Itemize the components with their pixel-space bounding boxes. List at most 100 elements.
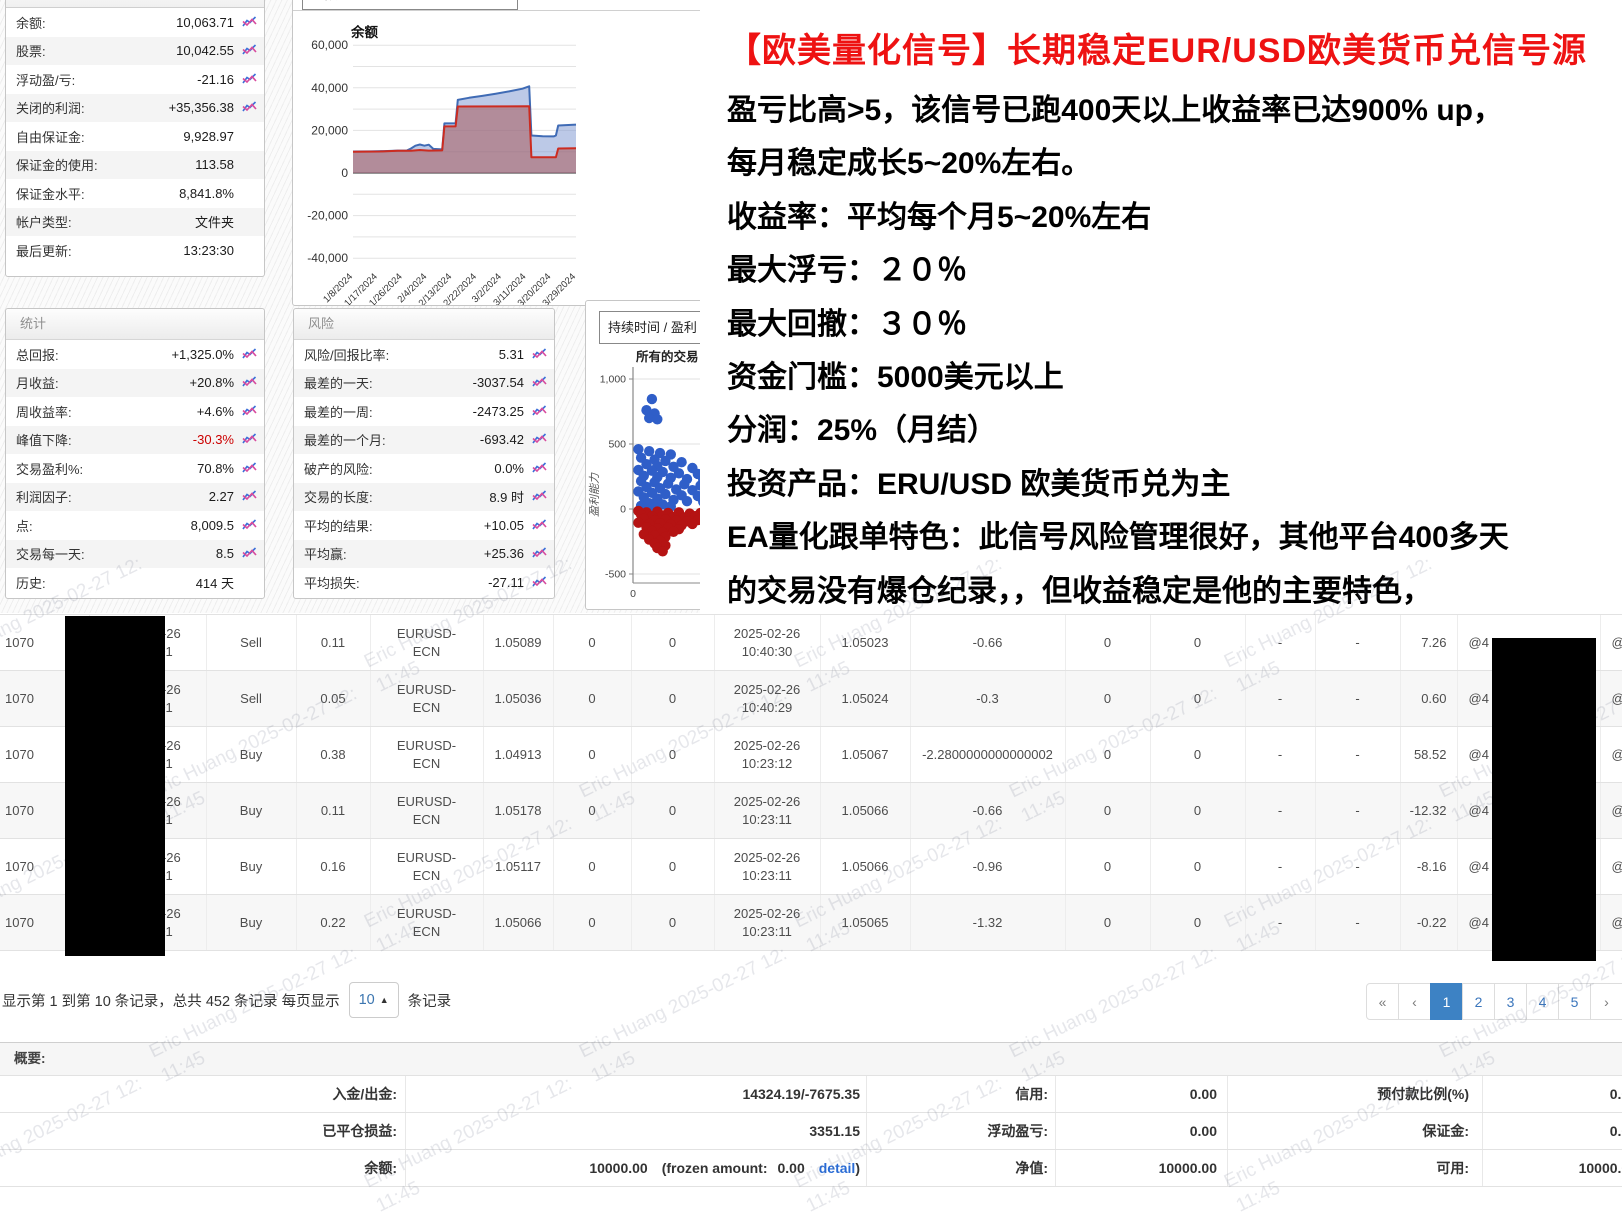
promo-line: 每月稳定成长5~20%左右。 [727,137,1587,190]
table-cell: @107 [1600,783,1622,839]
stat-value: -693.42 [386,432,524,447]
table-cell: 0.05 [296,671,370,727]
stat-value: 10,042.55 [46,43,234,58]
mini-chart-icon[interactable] [234,16,257,29]
mini-chart-icon[interactable] [524,519,547,532]
table-cell: 0 [1065,839,1150,895]
summary-label: 信用: [866,1076,1055,1112]
mini-chart-icon[interactable] [234,101,257,114]
page-size-dropdown[interactable]: 10 ▲ [349,982,399,1018]
mini-chart-icon[interactable] [524,405,547,418]
redaction-box-comment [1492,638,1596,961]
stat-label: 交易每一天: [16,544,85,563]
risk-panel-title: 风险 [294,309,554,340]
table-cell: 0 [1065,727,1150,783]
summary-section: 概要: 入金/出金:14324.19/-7675.35信用:0.00预付款比例(… [0,1042,1622,1187]
table-cell: @107 [1600,727,1622,783]
stat-row: 平均赢:+25.36 [294,540,554,569]
stat-label: 最差的一个月: [304,430,386,449]
summary-value: 0.00 [1482,1113,1622,1149]
stat-label: 保证金水平: [16,184,85,203]
mini-chart-icon[interactable] [524,576,547,589]
page-button-3[interactable]: 3 [1494,983,1527,1020]
table-row: 10702025-02-2603:33:01Buy0.11EURUSD-ECN1… [0,783,1622,839]
promo-line: 分润：25%（月结） [727,404,1587,457]
stat-row: 最差的一周:-2473.25 [294,397,554,426]
stat-row: 平均损失:-27.11 [294,568,554,597]
stat-label: 总回报: [16,345,59,364]
mini-chart-icon[interactable] [234,490,257,503]
table-cell: 1.05178 [483,783,553,839]
table-cell: - [1315,839,1400,895]
page-button-‹[interactable]: ‹ [1398,983,1431,1020]
svg-text:-40,000: -40,000 [307,251,348,265]
page-button-2[interactable]: 2 [1462,983,1495,1020]
stat-label: 平均的结果: [304,516,373,535]
mini-chart-icon[interactable] [234,348,257,361]
mini-chart-icon[interactable] [524,348,547,361]
table-row: 10702025-02-2607:58:01Buy0.38EURUSD-ECN1… [0,727,1622,783]
stat-label: 平均损失: [304,573,360,592]
stat-label: 周收益率: [16,402,72,421]
stat-row: 关闭的利润:+35,356.38 [6,94,264,123]
stat-value: +20.8% [59,375,234,390]
page-button-›[interactable]: › [1590,983,1622,1020]
table-cell: 1.05065 [820,895,910,951]
stat-row: 最后更新:13:23:30 [6,236,264,265]
balance-chart-type-select[interactable]: 余额 [302,0,518,10]
page-button-1[interactable]: 1 [1430,983,1463,1020]
mini-chart-icon[interactable] [234,73,257,86]
summary-value: 0.00 [1055,1076,1227,1112]
table-cell: 2025-02-2610:40:29 [714,671,820,727]
stat-label: 平均赢: [304,544,347,563]
table-cell: 0 [1150,615,1245,671]
table-cell: 0 [1150,783,1245,839]
mini-chart-icon[interactable] [234,547,257,560]
stat-value: 8,009.5 [33,518,234,533]
mini-chart-icon[interactable] [234,44,257,57]
mini-chart-icon[interactable] [234,462,257,475]
table-cell: -2.2800000000000002 [910,727,1065,783]
mini-chart-icon[interactable] [234,519,257,532]
mini-chart-icon[interactable] [234,376,257,389]
mini-chart-icon[interactable] [524,376,547,389]
svg-text:-20,000: -20,000 [307,209,348,223]
mini-chart-icon[interactable] [524,547,547,560]
table-cell: - [1315,671,1400,727]
table-cell: 0 [553,615,631,671]
statistics-panel-title: 统计 [6,309,264,340]
table-cell: 0.22 [296,895,370,951]
stat-label: 最后更新: [16,241,72,260]
promo-line: EA量化跟单特色：此信号风险管理很好，其他平台400多天 [727,511,1587,564]
page-button-5[interactable]: 5 [1558,983,1591,1020]
mini-chart-icon[interactable] [234,405,257,418]
summary-label: 保证金: [1227,1113,1482,1149]
table-cell: EURUSD-ECN [370,671,483,727]
table-cell: -1.32 [910,895,1065,951]
summary-value: 10000.00 [1055,1150,1227,1186]
stat-row: 破产的风险:0.0% [294,454,554,483]
statistics-panel: 统计 总回报:+1,325.0%月收益:+20.8%周收益率:+4.6%峰值下降… [5,308,265,599]
svg-text:500: 500 [608,439,626,451]
table-cell: 0 [1150,895,1245,951]
mini-chart-icon[interactable] [524,462,547,475]
svg-text:余额: 余额 [350,24,378,40]
mini-chart-icon[interactable] [524,433,547,446]
mini-chart-icon[interactable] [524,490,547,503]
table-cell: -0.66 [910,615,1065,671]
svg-text:60,000: 60,000 [311,38,348,52]
mini-chart-icon[interactable] [234,433,257,446]
stat-value: 9,928.97 [85,129,234,144]
stat-label: 利润因子: [16,487,72,506]
balance-area-chart: -40,000-20,000020,00040,00060,0001/8/202… [293,1,704,305]
page-button-«[interactable]: « [1366,983,1399,1020]
summary-value: 0.00 [1055,1113,1227,1149]
table-cell: 1.05066 [820,839,910,895]
frozen-detail-link[interactable]: detail [819,1160,856,1176]
table-cell: 2025-02-2610:23:11 [714,839,820,895]
page-button-4[interactable]: 4 [1526,983,1559,1020]
record-info-suffix: 条记录 [408,990,452,1011]
table-cell: 0 [553,727,631,783]
stat-row: 最差的一个月:-693.42 [294,426,554,455]
table-cell: 1.05024 [820,671,910,727]
